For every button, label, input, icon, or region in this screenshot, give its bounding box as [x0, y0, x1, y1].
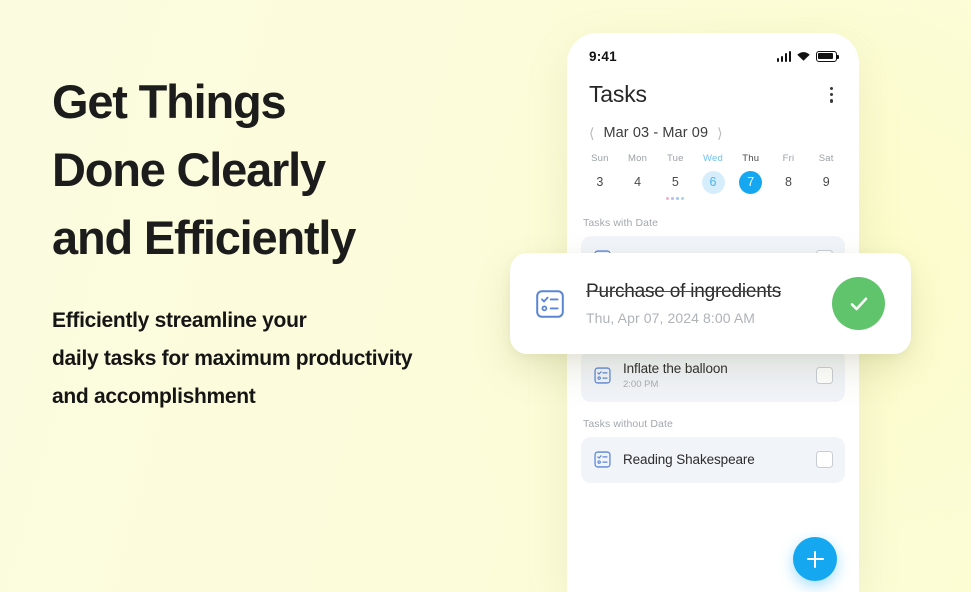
week-day-number: 4 — [634, 175, 642, 190]
completed-task-card[interactable]: Purchase of ingredients Thu, Apr 07, 202… — [510, 253, 911, 354]
task-title: Inflate the balloon — [623, 361, 728, 377]
kebab-menu-icon[interactable] — [826, 81, 837, 109]
checklist-icon — [594, 367, 611, 384]
week-day-fri[interactable]: Fri 8 — [770, 153, 808, 201]
week-day-name: Tue — [666, 152, 684, 164]
hero-copy: Get Things Done Clearly and Efficiently … — [52, 68, 522, 416]
battery-icon — [816, 50, 840, 62]
week-day-name: Fri — [782, 152, 795, 164]
task-text: Reading Shakespeare — [623, 452, 805, 467]
task-row[interactable]: Reading Shakespeare — [581, 436, 845, 483]
checklist-icon — [536, 289, 564, 318]
week-day-wed[interactable]: Wed 6 — [694, 153, 732, 201]
week-day-number: 8 — [784, 175, 792, 190]
task-indicator-dots — [666, 196, 685, 201]
add-task-fab[interactable] — [793, 537, 837, 581]
app-title: Tasks — [589, 81, 647, 108]
week-day-number: 5 — [671, 175, 679, 190]
section-label: Tasks without Date — [583, 417, 673, 430]
app-header: Tasks — [567, 73, 859, 109]
task-row[interactable]: Inflate the balloon 2:00 PM — [581, 349, 845, 402]
week-day-name: Sat — [818, 152, 834, 164]
week-day-number: 7 — [739, 170, 763, 194]
week-day-sat[interactable]: Sat 9 — [807, 153, 845, 201]
checklist-icon — [594, 451, 611, 468]
task-list: Reading Shakespeare — [567, 436, 859, 483]
chevron-right-icon[interactable]: ⟩ — [717, 126, 722, 140]
week-day-tue[interactable]: Tue 5 — [656, 153, 694, 201]
status-bar: 9:41 — [567, 33, 859, 73]
completed-task-datetime: Thu, Apr 07, 2024 8:00 AM — [586, 310, 756, 326]
page-title: Get Things Done Clearly and Efficiently — [52, 75, 356, 264]
completed-task-title: Purchase of ingredients — [586, 281, 782, 302]
week-day-mon[interactable]: Mon 4 — [619, 153, 657, 201]
status-icons — [776, 50, 840, 62]
week-navigation: ⟨ Mar 03 - Mar 09 ⟩ — [567, 109, 859, 141]
week-day-number: 6 — [701, 170, 725, 194]
week-day-number: 9 — [822, 175, 830, 190]
task-title: Reading Shakespeare — [623, 452, 755, 468]
task-time: 2:00 PM — [623, 379, 659, 391]
checkmark-icon — [850, 297, 867, 310]
task-checkbox[interactable] — [816, 367, 833, 385]
week-day-name: Sun — [591, 152, 609, 164]
task-checkbox[interactable] — [816, 451, 833, 469]
week-day-thu[interactable]: Thu 7 — [732, 153, 770, 201]
week-day-strip: Sun 3 Mon 4 Tue 5 Wed 6 Thu 7 Fri 8 Sat 9 — [567, 141, 859, 201]
week-day-name: Wed — [703, 152, 723, 164]
wifi-icon — [797, 51, 810, 61]
task-text: Inflate the balloon 2:00 PM — [623, 361, 805, 390]
status-time: 9:41 — [589, 48, 617, 64]
week-day-sun[interactable]: Sun 3 — [581, 153, 619, 201]
week-range-label: Mar 03 - Mar 09 — [603, 124, 709, 141]
week-day-name: Thu — [742, 152, 760, 164]
cellular-bars-icon — [776, 50, 791, 62]
week-day-name: Mon — [628, 152, 648, 164]
section-label: Tasks with Date — [583, 216, 659, 229]
week-day-number: 3 — [596, 175, 604, 190]
hero-subtitle: Efficiently streamline your daily tasks … — [52, 309, 413, 408]
completed-task-text: Purchase of ingredients Thu, Apr 07, 202… — [586, 281, 812, 326]
chevron-left-icon[interactable]: ⟨ — [589, 126, 594, 140]
check-circle-icon[interactable] — [832, 277, 885, 330]
